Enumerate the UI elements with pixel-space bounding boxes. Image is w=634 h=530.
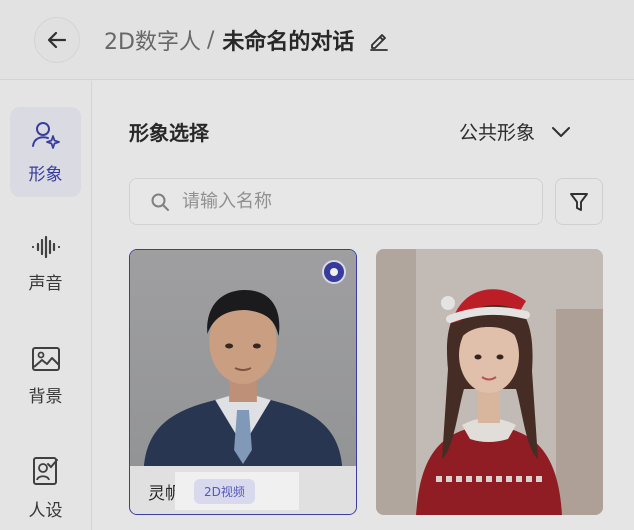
persona-card-icon [32,456,58,485]
sidebar-item-background[interactable]: 背景 [10,331,81,421]
avatar-type-badge: 2D视频 [194,478,255,504]
sidebar-item-voice[interactable]: 声音 [10,219,81,309]
section-title: 形象选择 [129,121,209,145]
edit-title-button[interactable] [368,29,390,51]
filter-button[interactable] [555,178,603,225]
image-icon [31,346,60,371]
waveform-icon [31,235,60,258]
avatar-card[interactable] [376,249,603,515]
avatar-sparkle-icon [31,121,60,149]
breadcrumb-separator: / [206,27,215,53]
tag-container: 2D视频 [175,472,299,510]
scope-selected-value: 公共形象 [459,122,536,144]
sidebar: 形象 声音 背景 人设 [0,81,92,530]
scope-dropdown[interactable]: 公共形象 [459,118,571,145]
sidebar-item-label: 人设 [28,500,63,521]
sidebar-item-label: 背景 [28,386,63,407]
sidebar-item-label: 声音 [28,273,63,294]
sidebar-item-persona[interactable]: 人设 [10,443,81,530]
chevron-down-icon [551,125,571,139]
back-button[interactable] [34,17,80,63]
search-input[interactable] [182,191,522,212]
search-box[interactable] [129,178,543,225]
filter-icon [570,192,588,211]
conversation-title: 未命名的对话 [222,30,355,55]
avatar-photo [376,249,603,515]
breadcrumb-root[interactable]: 2D数字人 [104,24,201,56]
card-footer: 灵帆 2D视频 [130,466,356,514]
arrow-left-icon [47,31,67,49]
selected-radio[interactable] [322,260,346,284]
pencil-icon [370,34,389,51]
top-header: 2D数字人 / 未命名的对话 [0,0,634,80]
avatar-card[interactable]: 灵帆 2D视频 [129,249,357,515]
sidebar-item-label: 形象 [28,164,63,185]
sidebar-item-avatar[interactable]: 形象 [10,107,81,197]
main-panel: 形象选择 公共形象 请输入名称 灵帆 2D视频 [93,81,634,530]
breadcrumb: 2D数字人 / 未命名的对话 [104,24,390,56]
avatar-photo [130,250,356,466]
search-icon [151,193,169,211]
